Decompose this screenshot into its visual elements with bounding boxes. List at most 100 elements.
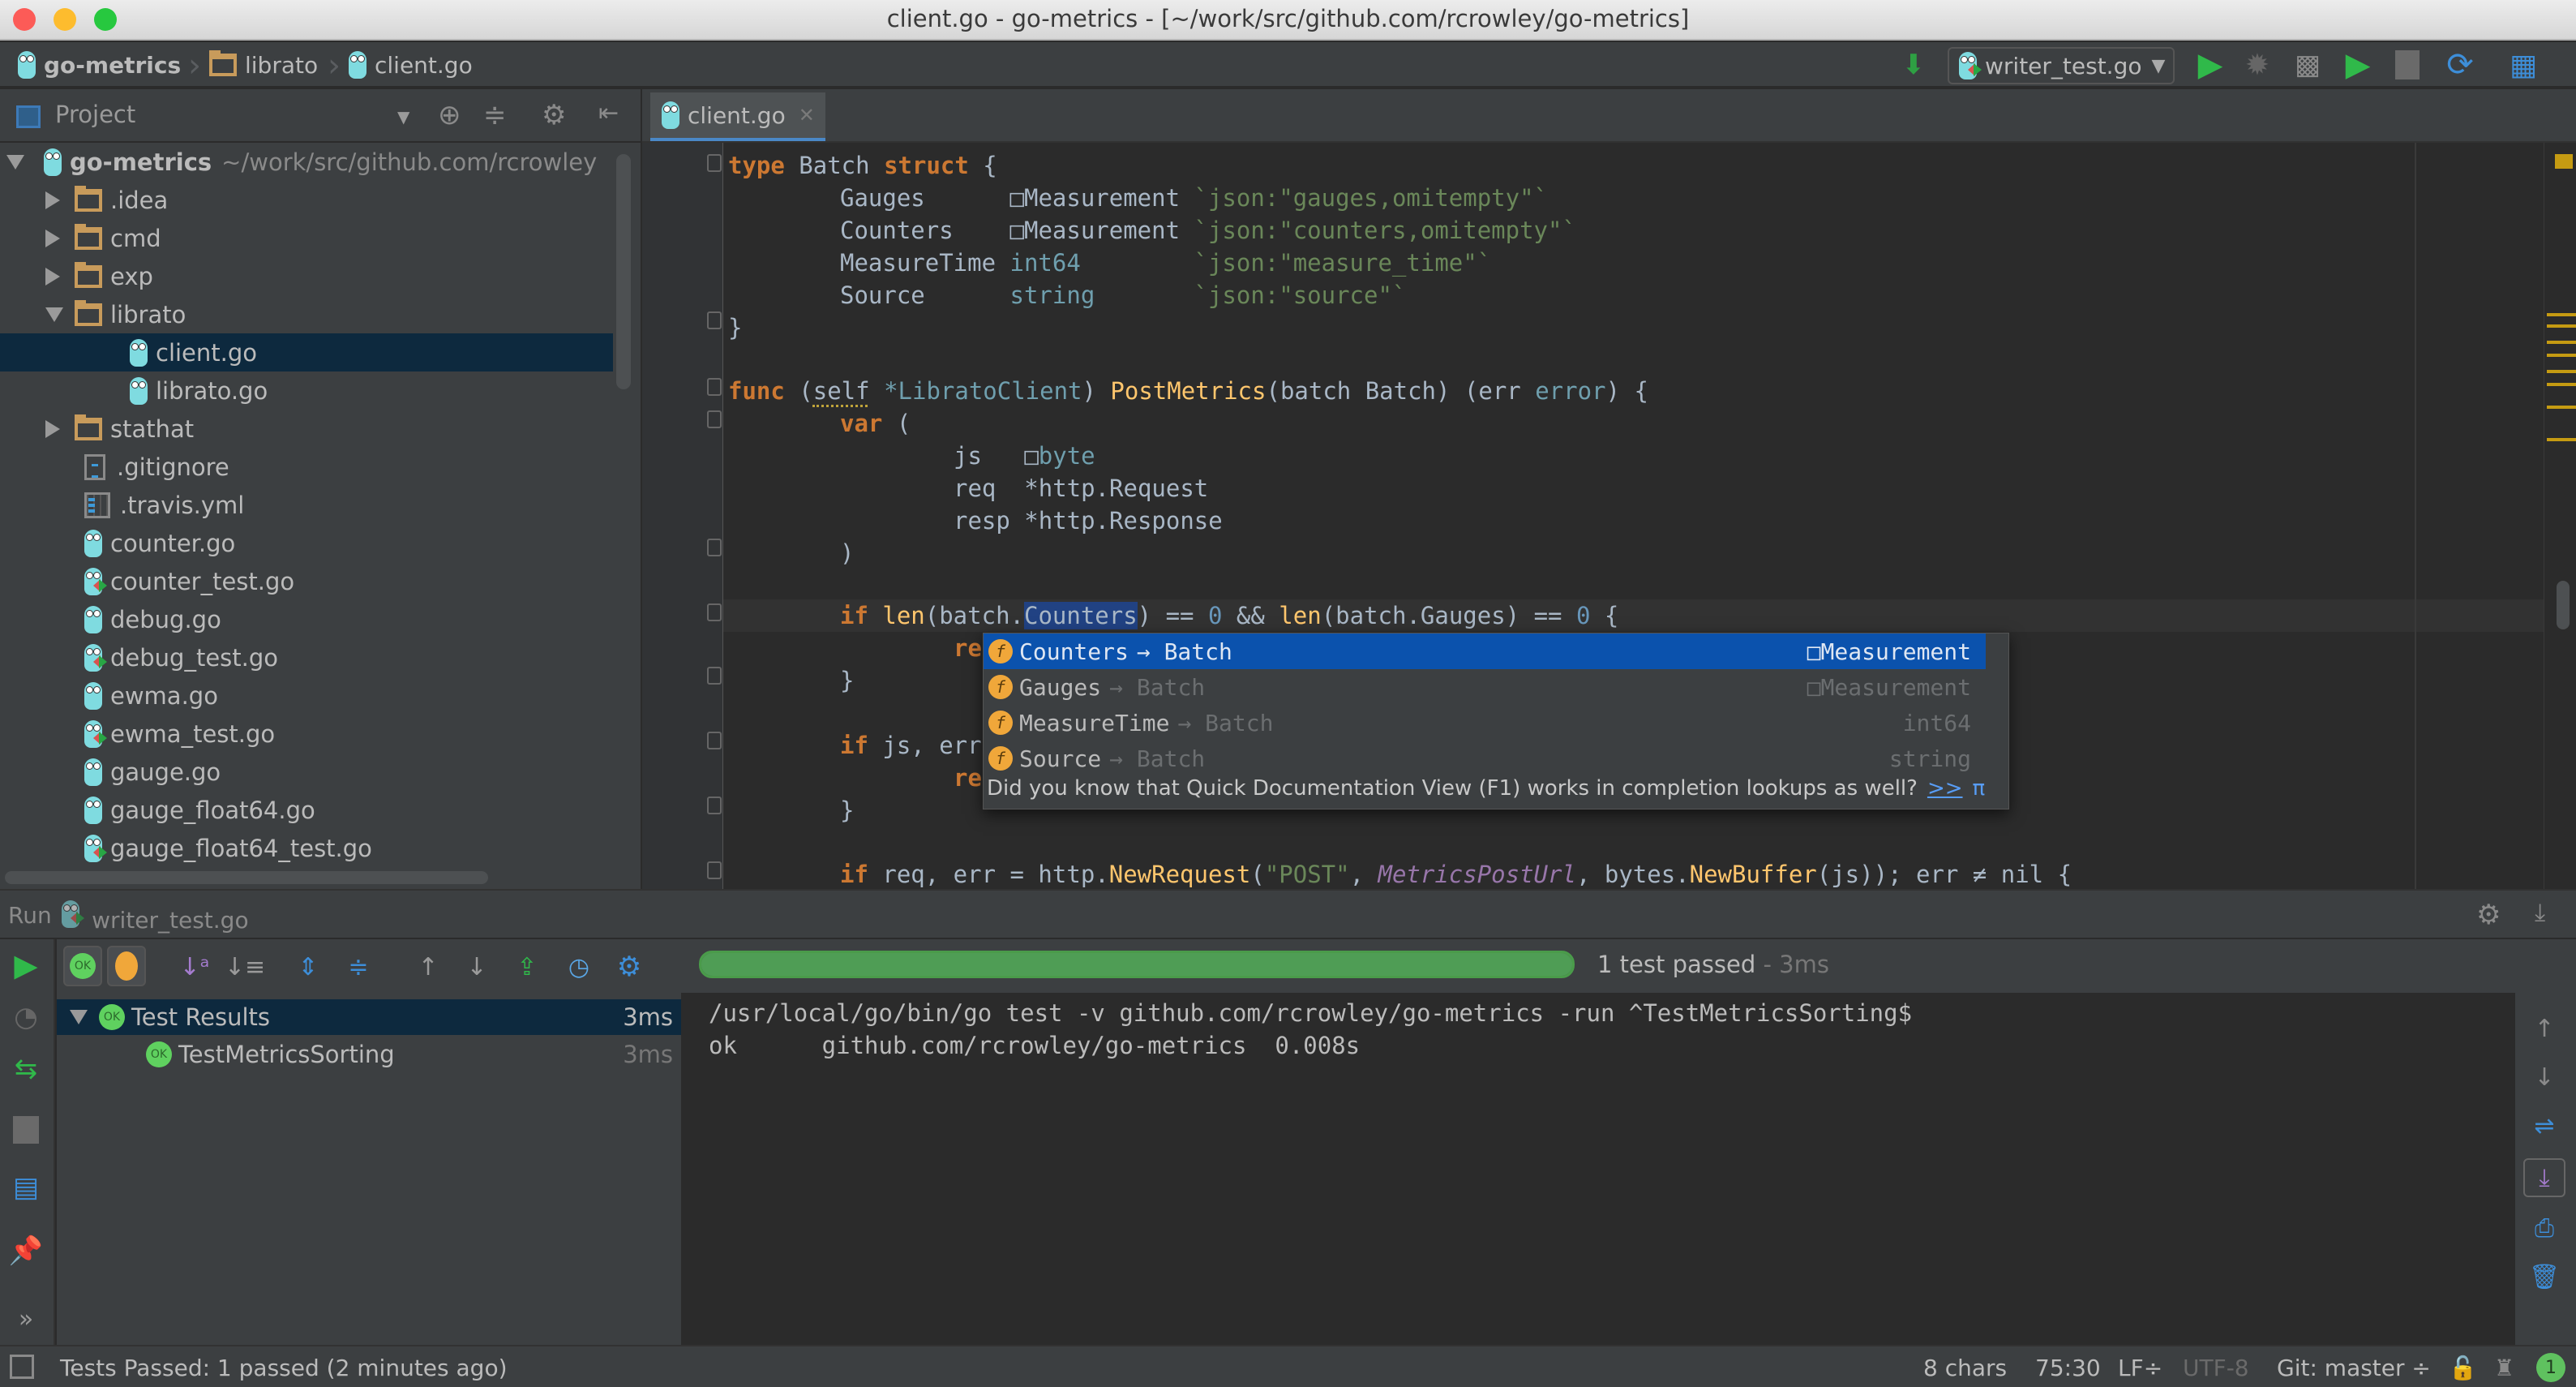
soft-wrap-icon[interactable]: ⇌ [2528,1110,2561,1142]
tool-windows-toggle-icon[interactable] [10,1355,34,1379]
stripe-mark[interactable] [2547,438,2576,441]
tree-item[interactable]: debug_test.go [0,638,613,676]
tree-item[interactable]: counter_test.go [0,562,613,600]
fold-marker-icon[interactable] [707,732,722,749]
status-message[interactable]: Tests Passed: 1 passed (2 minutes ago) [60,1355,508,1381]
tree-item[interactable]: gauge_float64.go [0,791,613,829]
rerun-icon[interactable]: ▶ [10,947,42,983]
export-results-icon[interactable]: ⇪ [511,949,543,985]
tab-client-go[interactable]: client.go ✕ [650,92,825,141]
tree-item[interactable]: ewma.go [0,676,613,715]
completion-item[interactable]: f Gauges → Batch □Measurement [984,669,1986,705]
selected-text[interactable]: Counters [1023,602,1138,629]
sort-alphabetically-icon[interactable]: ↓ᵃ [178,949,211,985]
hide-panel-icon[interactable]: ⇤ [598,99,619,127]
next-failed-icon[interactable]: ↓ [461,949,493,985]
expand-arrow-icon[interactable] [45,229,60,247]
collapse-all-icon[interactable]: ≑ [483,99,507,131]
test-history-icon[interactable]: ◷ [561,949,597,985]
tree-item[interactable]: gauge.go [0,753,613,791]
collapse-arrow-icon[interactable] [70,1010,88,1024]
tree-item[interactable]: librato [0,295,613,333]
fold-marker-icon[interactable] [707,861,722,879]
hide-panel-icon[interactable]: ⤓ [2535,899,2545,927]
read-only-lock-icon[interactable]: 🔓 [2449,1355,2477,1381]
fold-marker-icon[interactable] [707,311,722,329]
layout-icon[interactable]: ▤ [10,1171,42,1204]
breadcrumb-file[interactable]: client.go [349,50,473,79]
test-settings-gear-icon[interactable]: ⚙ [611,949,647,985]
stripe-mark[interactable] [2547,354,2576,357]
run-icon[interactable]: ▶ [2194,46,2227,84]
fold-marker-icon[interactable] [707,410,722,428]
more-icon[interactable]: » [10,1303,42,1335]
editor-scrollbar[interactable] [2557,581,2570,629]
tree-item[interactable]: stathat [0,410,613,448]
tree-item[interactable]: .travis.yml [0,486,613,524]
print-icon[interactable]: ⎙ [2528,1212,2561,1244]
breadcrumb-project[interactable]: go-metrics [18,50,181,79]
collapse-arrow-icon[interactable] [45,307,63,322]
tree-item[interactable]: cmd [0,219,613,257]
expand-arrow-icon[interactable] [45,419,60,438]
line-separator-selector[interactable]: LF÷ [2118,1355,2162,1381]
show-passed-toggle[interactable]: OK [63,946,102,986]
hint-more-link[interactable]: >> [1927,776,1963,801]
debug-icon[interactable]: ✹ [2241,47,2274,83]
expand-all-icon[interactable]: ⇕ [292,949,324,985]
pin-tab-icon[interactable]: 📌 [9,1235,43,1267]
tree-item[interactable]: .gitignore [0,448,613,486]
previous-failed-icon[interactable]: ↑ [412,949,444,985]
fold-marker-icon[interactable] [707,603,722,621]
tree-vertical-scrollbar[interactable] [616,154,631,389]
stripe-mark[interactable] [2547,313,2576,316]
gear-icon[interactable]: ⚙ [2476,899,2501,931]
pi-icon[interactable]: π [1973,776,1986,801]
sort-by-duration-icon[interactable]: ↓≡ [225,949,265,985]
file-encoding[interactable]: UTF-8 [2183,1355,2249,1381]
expand-arrow-icon[interactable] [6,154,24,170]
binary-download-icon[interactable]: ⬇ [1897,47,1930,83]
chevron-down-icon[interactable]: ▼ [397,107,409,127]
breadcrumb-folder[interactable]: librato [209,50,318,79]
scroll-from-source-icon[interactable]: ⊕ [438,99,461,131]
run-with-coverage-icon[interactable]: ▩ [2290,47,2325,83]
scroll-down-icon[interactable]: ↓ [2528,1061,2561,1093]
stripe-mark[interactable] [2547,370,2576,373]
completion-item[interactable]: f MeasureTime → Batch int64 [984,705,1986,741]
run-configuration-dropdown[interactable]: writer_test.go ▼ [1948,47,2175,84]
close-tab-icon[interactable]: ✕ [799,104,815,127]
inspection-status-icon[interactable] [2555,154,2573,169]
completion-item[interactable]: f Source → Batch string [984,741,1986,776]
tree-item[interactable]: exp [0,257,613,295]
run-with-profiler-icon[interactable]: ▶ [2342,46,2374,84]
sync-icon[interactable]: ⟳ [2442,46,2478,84]
collapse-all-icon[interactable]: ≑ [342,949,375,985]
scroll-to-end-icon[interactable]: ⤓ [2523,1158,2565,1197]
stop-icon[interactable] [2395,50,2420,79]
tree-item[interactable]: librato.go [0,371,613,410]
scroll-up-icon[interactable]: ↑ [2528,1012,2561,1045]
tree-horizontal-scrollbar[interactable] [5,871,488,884]
expand-arrow-icon[interactable] [45,267,60,286]
fold-marker-icon[interactable] [707,539,722,556]
clear-all-icon[interactable]: 🗑 [2528,1260,2561,1293]
project-view-label[interactable]: Project [55,101,135,128]
test-result-row[interactable]: OK TestMetricsSorting 3ms [57,1037,681,1072]
event-log-badge[interactable]: 1 [2536,1353,2565,1382]
stripe-mark[interactable] [2547,324,2576,328]
tree-item[interactable]: counter.go [0,524,613,562]
test-console-output[interactable]: /usr/local/go/bin/go test -v github.com/… [683,993,2515,1345]
stripe-mark[interactable] [2547,341,2576,344]
error-stripe[interactable] [2544,143,2576,889]
tree-item[interactable]: ewma_test.go [0,715,613,753]
tree-item[interactable]: .idea [0,181,613,219]
show-ignored-toggle[interactable] [107,946,146,986]
gear-icon[interactable]: ⚙ [542,99,566,131]
fold-marker-icon[interactable] [707,154,722,172]
fold-marker-icon[interactable] [707,797,722,814]
fold-marker-icon[interactable] [707,667,722,685]
stripe-mark[interactable] [2547,383,2576,386]
toggle-auto-test-icon[interactable]: ⇆ [10,1050,42,1089]
vcs-branch-selector[interactable]: Git: master ÷ [2277,1355,2431,1381]
